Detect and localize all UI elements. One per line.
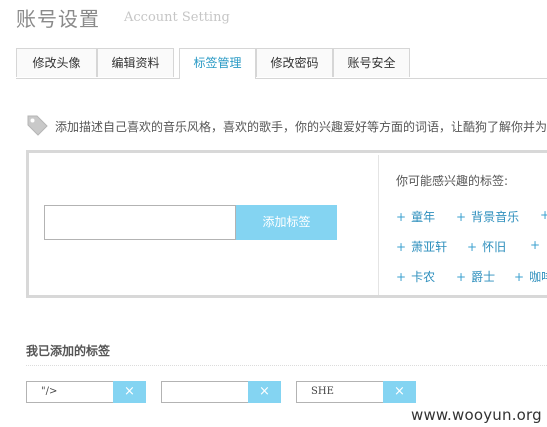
suggested-tags-title: 你可能感兴趣的标签: — [396, 174, 509, 188]
plus-icon: + — [456, 270, 467, 284]
plus-icon: + — [530, 238, 541, 252]
suggested-tag[interactable]: + 咖啡 — [514, 268, 547, 285]
plus-icon: + — [456, 210, 467, 224]
panel-divider — [378, 155, 379, 295]
close-icon[interactable]: × — [113, 381, 146, 403]
close-icon[interactable]: × — [248, 381, 281, 403]
tag-icon — [27, 115, 48, 136]
plus-icon: + — [467, 240, 478, 254]
suggested-tag[interactable]: + 卡农 — [396, 268, 435, 285]
plus-icon: + — [540, 208, 547, 222]
suggested-tag[interactable]: + 怀旧 — [467, 238, 506, 255]
suggested-tag-partial[interactable]: + — [540, 208, 547, 222]
my-tag-label — [161, 381, 248, 403]
tab-edit-profile[interactable]: 编辑资料 — [97, 48, 174, 77]
watermark: www.wooyun.org — [411, 406, 542, 424]
suggested-tag-label: 童年 — [411, 210, 436, 224]
suggested-tag[interactable]: + 萧亚轩 — [396, 238, 447, 255]
suggested-tag-label: 萧亚轩 — [411, 240, 448, 254]
plus-icon: + — [514, 270, 525, 284]
section-divider — [26, 365, 547, 366]
tab-account-security[interactable]: 账号安全 — [333, 48, 410, 77]
suggested-tag[interactable]: + 爵士 — [456, 268, 495, 285]
suggested-tag-label: 卡农 — [411, 270, 436, 284]
plus-icon: + — [396, 240, 407, 254]
tag-input[interactable] — [44, 205, 236, 240]
suggested-tag[interactable]: + 背景音乐 — [456, 208, 519, 225]
my-tag-label: SHE — [296, 381, 383, 403]
suggested-tag-label: 背景音乐 — [471, 210, 520, 224]
settings-tabs: 修改头像 编辑资料 标签管理 修改密码 账号安全 — [16, 48, 547, 79]
suggested-tag-label: 爵士 — [471, 270, 496, 284]
my-tags-title: 我已添加的标签 — [26, 344, 111, 358]
suggested-tag-label: 咖啡 — [529, 270, 547, 284]
my-tag-label: "/> — [26, 381, 113, 403]
tab-change-password[interactable]: 修改密码 — [256, 48, 333, 77]
close-icon[interactable]: × — [383, 381, 416, 403]
tag-description: 添加描述自己喜欢的音乐风格，喜欢的歌手，你的兴趣爱好等方面的词语，让酷狗了解你并… — [55, 120, 547, 134]
add-tag-button[interactable]: 添加标签 — [236, 205, 337, 240]
plus-icon: + — [396, 210, 407, 224]
suggested-tag-label: 怀旧 — [482, 240, 507, 254]
page-subtitle: Account Setting — [124, 10, 230, 25]
plus-icon: + — [396, 270, 407, 284]
suggested-tag[interactable]: + 童年 — [396, 208, 435, 225]
tab-edit-avatar[interactable]: 修改头像 — [16, 48, 97, 77]
tab-tag-management[interactable]: 标签管理 — [179, 48, 256, 79]
suggested-tag-partial[interactable]: + — [530, 238, 545, 252]
page-title: 账号设置 — [16, 7, 100, 31]
